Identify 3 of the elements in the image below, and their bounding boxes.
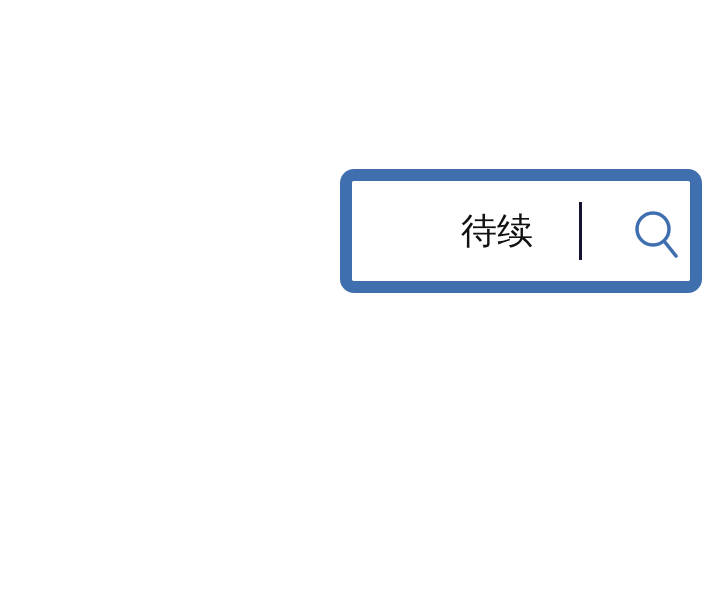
search-icon[interactable] <box>634 210 678 258</box>
search-field[interactable]: 待续 <box>340 169 702 293</box>
search-text: 待续 <box>461 210 533 254</box>
